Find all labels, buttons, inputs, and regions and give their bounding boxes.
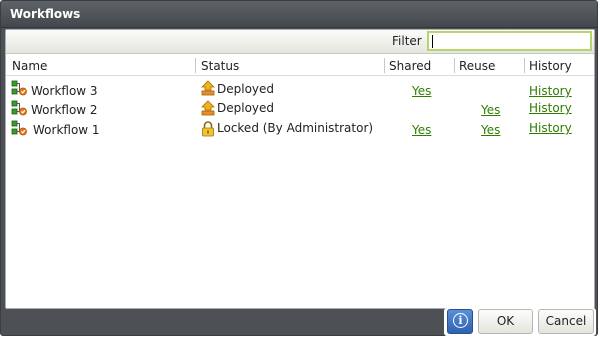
workflow-name[interactable]: Workflow 1 — [33, 123, 100, 137]
column-separator[interactable] — [195, 58, 196, 73]
shared-link[interactable]: Yes — [412, 123, 431, 137]
table-row[interactable]: Workflow 1 Locked (By Administrator) Yes… — [6, 120, 594, 140]
workflow-name[interactable]: Workflow 3 — [31, 84, 98, 98]
column-separator[interactable] — [524, 58, 525, 73]
table-row[interactable]: Workflow 2 Deployed Yes History — [6, 100, 594, 120]
text-caret — [432, 35, 433, 48]
column-header-shared[interactable]: Shared — [389, 59, 431, 73]
grid-header: Name Status Shared Reuse History — [6, 56, 594, 76]
workflows-dialog: Workflows Filter Name Status Shared Reus… — [0, 0, 598, 336]
deployed-icon — [201, 80, 215, 96]
cancel-button[interactable]: Cancel — [538, 309, 594, 334]
filter-input[interactable] — [427, 31, 592, 51]
column-separator[interactable] — [454, 58, 455, 73]
workflow-icon — [11, 120, 27, 136]
reuse-link[interactable]: Yes — [481, 123, 500, 137]
history-link[interactable]: History — [529, 84, 572, 98]
dialog-title: Workflows — [10, 7, 81, 21]
deployed-icon — [201, 100, 215, 116]
workflow-name[interactable]: Workflow 2 — [31, 103, 98, 117]
status-text: Locked (By Administrator) — [217, 121, 374, 135]
reuse-link[interactable]: Yes — [481, 103, 500, 117]
title-bar[interactable]: Workflows — [1, 1, 597, 28]
info-button[interactable]: i — [447, 309, 473, 334]
column-header-history[interactable]: History — [529, 59, 572, 73]
history-link[interactable]: History — [529, 121, 572, 135]
column-header-status[interactable]: Status — [201, 59, 239, 73]
workflows-panel: Filter Name Status Shared Reuse History — [5, 29, 595, 309]
dialog-footer: i OK Cancel — [444, 308, 596, 336]
workflow-icon — [11, 80, 27, 96]
info-icon: i — [453, 313, 468, 328]
filter-bar: Filter — [6, 30, 594, 54]
filter-label: Filter — [392, 34, 422, 48]
history-link[interactable]: History — [529, 101, 572, 115]
status-text: Deployed — [217, 82, 275, 96]
column-header-name[interactable]: Name — [12, 59, 47, 73]
table-row[interactable]: Workflow 3 Deployed Yes History — [6, 80, 594, 100]
column-header-reuse[interactable]: Reuse — [459, 59, 495, 73]
ok-button[interactable]: OK — [478, 309, 533, 334]
status-text: Deployed — [217, 101, 275, 115]
lock-icon — [201, 121, 215, 137]
workflow-icon — [11, 100, 27, 116]
column-separator[interactable] — [384, 58, 385, 73]
shared-link[interactable]: Yes — [412, 84, 431, 98]
